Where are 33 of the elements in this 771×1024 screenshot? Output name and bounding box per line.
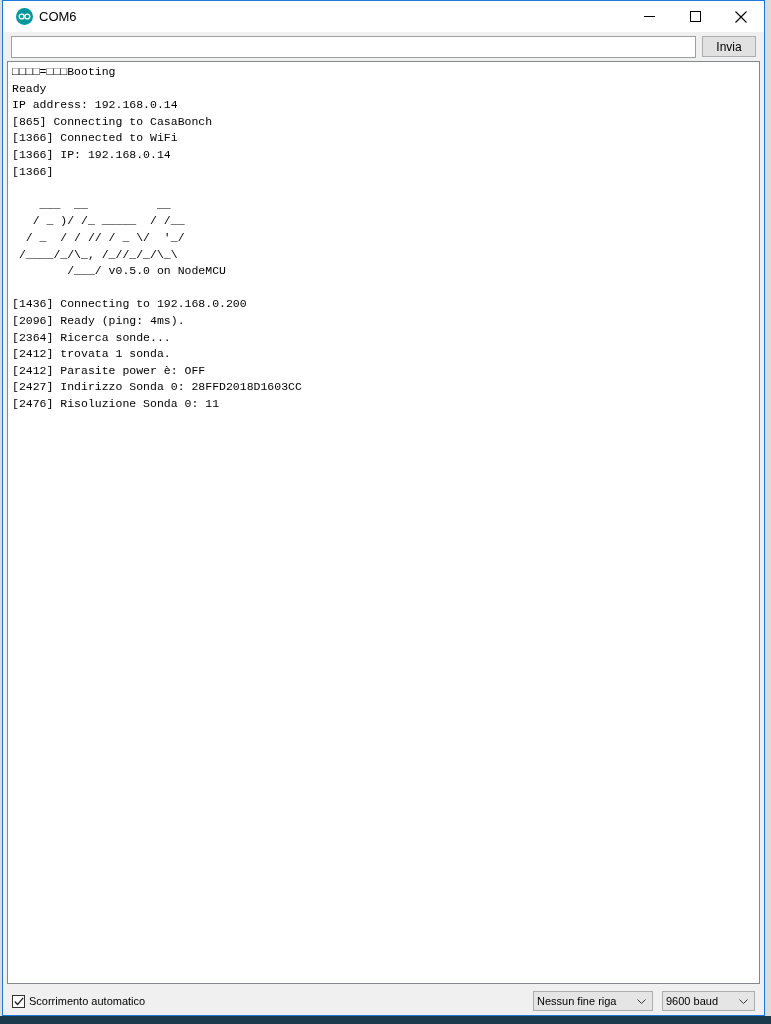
line-ending-dropdown[interactable]: Nessun fine riga [533, 991, 653, 1011]
log-line: [2364] Ricerca sonde... [12, 329, 172, 346]
log-line: [1366] [12, 163, 55, 180]
send-button[interactable]: Invia [702, 36, 756, 57]
log-line: Ready [12, 80, 48, 97]
window-title: COM6 [39, 7, 77, 26]
log-line: IP address: 192.168.0.14 [12, 97, 179, 114]
log-line: [1366] IP: 192.168.0.14 [12, 146, 172, 163]
log-line: [2096] Ready (ping: 4ms). [12, 312, 186, 329]
close-icon [735, 10, 747, 23]
caret-icon [637, 998, 646, 1004]
app-logo-icon [16, 8, 33, 25]
checkmark-icon [13, 996, 24, 1006]
log-line: [2412] trovata 1 sonda. [12, 346, 172, 363]
autoscroll-label: Scorrimento automatico [29, 993, 146, 1009]
log-line: □□□□=□□□Booting [12, 64, 117, 80]
log-line: [1366] Connected to WiFi [12, 130, 179, 147]
baud-rate-dropdown[interactable]: 9600 baud [662, 991, 755, 1011]
log-line: [2476] Risoluzione Sonda 0: 11 [12, 395, 221, 412]
maximize-icon [689, 11, 701, 22]
minimize-icon [643, 16, 655, 17]
ascii-art-line: / _ / / // / _ \/ '_/ [24, 229, 186, 246]
ascii-art-line: / _ )/ /_ _____ / /__ [31, 213, 186, 230]
ascii-art-line: /____/_/\_, /_//_/_/\_\ [17, 246, 179, 263]
ascii-art-line: ___ __ __ [38, 196, 172, 213]
ascii-art-line: /___/ v0.5.0 on NodeMCU [66, 263, 227, 280]
log-line: [1436] Connecting to 192.168.0.200 [12, 296, 248, 313]
message-input-field[interactable] [11, 35, 696, 58]
log-line: [2427] Indirizzo Sonda 0: 28FFD2018D1603CC [12, 379, 303, 396]
autoscroll-checkbox[interactable] [12, 994, 25, 1008]
log-line: [2412] Parasite power è: OFF [12, 362, 207, 379]
log-line: [865] Connecting to CasaBonch [12, 113, 214, 130]
caret-icon [739, 998, 748, 1004]
